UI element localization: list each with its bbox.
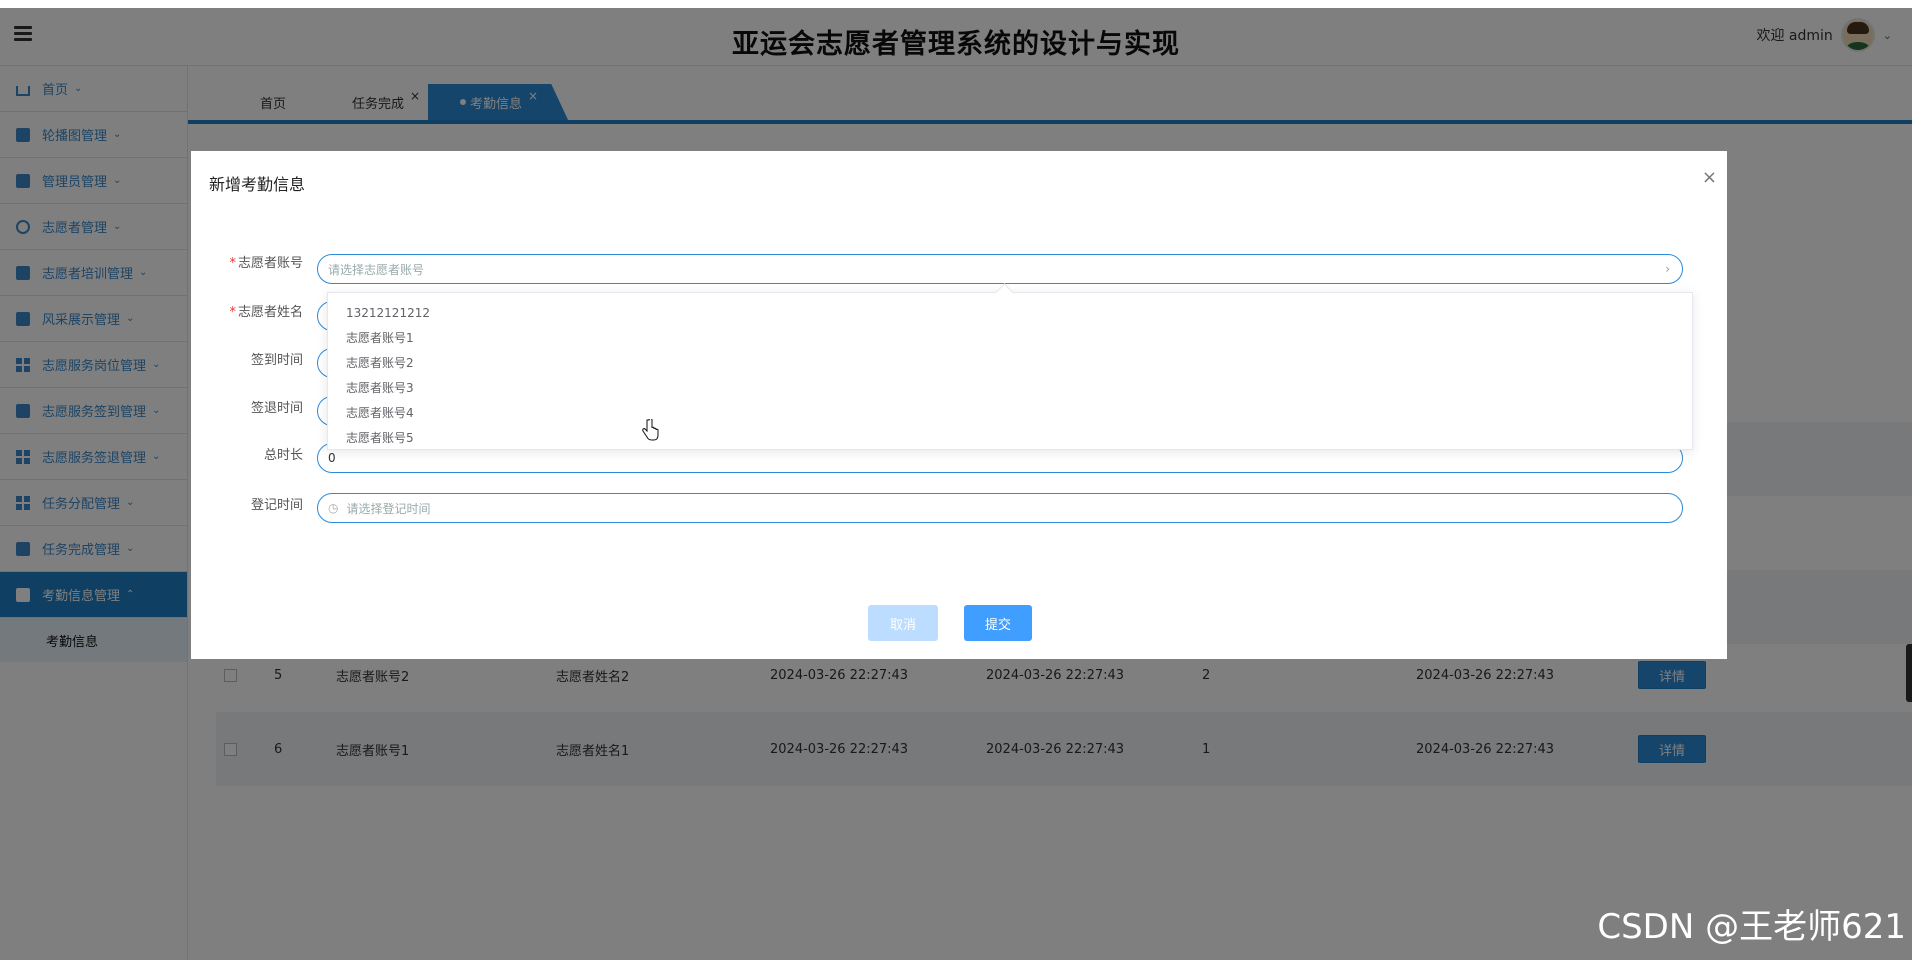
dropdown-option[interactable]: 志愿者账号1 — [328, 326, 1692, 351]
hand-cursor-icon — [642, 419, 659, 441]
add-attendance-dialog: 新增考勤信息 × * 志愿者账号 请选择志愿者账号 › * 志愿者姓名 签到时间 签退… — [191, 151, 1727, 659]
total-label: 总时长 — [263, 448, 303, 463]
top-strip — [0, 0, 1912, 8]
chevron-right-icon: › — [1665, 262, 1670, 276]
account-dropdown: 13212121212 志愿者账号1 志愿者账号2 志愿者账号3 志愿者账号4 … — [327, 292, 1693, 450]
submit-button[interactable]: 提交 — [964, 605, 1032, 641]
name-label: * 志愿者姓名 — [229, 305, 303, 320]
watermark: CSDN @王老师621 — [1597, 907, 1906, 947]
dialog-title: 新增考勤信息 — [209, 175, 306, 194]
account-label: * 志愿者账号 — [229, 256, 303, 271]
dropdown-option[interactable]: 13212121212 — [328, 301, 1692, 326]
close-icon[interactable]: × — [1702, 167, 1717, 188]
dropdown-option[interactable]: 志愿者账号5 — [328, 426, 1692, 451]
register-label: 登记时间 — [250, 498, 303, 513]
dropdown-option[interactable]: 志愿者账号4 — [328, 401, 1692, 426]
dropdown-option[interactable]: 志愿者账号2 — [328, 351, 1692, 376]
signin-label: 签到时间 — [250, 353, 303, 368]
register-time-field[interactable]: ◷ 请选择登记时间 — [317, 493, 1683, 523]
clock-icon: ◷ — [328, 501, 339, 515]
signout-label: 签退时间 — [250, 401, 303, 416]
dropdown-option[interactable]: 志愿者账号3 — [328, 376, 1692, 401]
account-select[interactable]: 请选择志愿者账号 › — [317, 254, 1683, 284]
cancel-button[interactable]: 取消 — [868, 605, 938, 641]
